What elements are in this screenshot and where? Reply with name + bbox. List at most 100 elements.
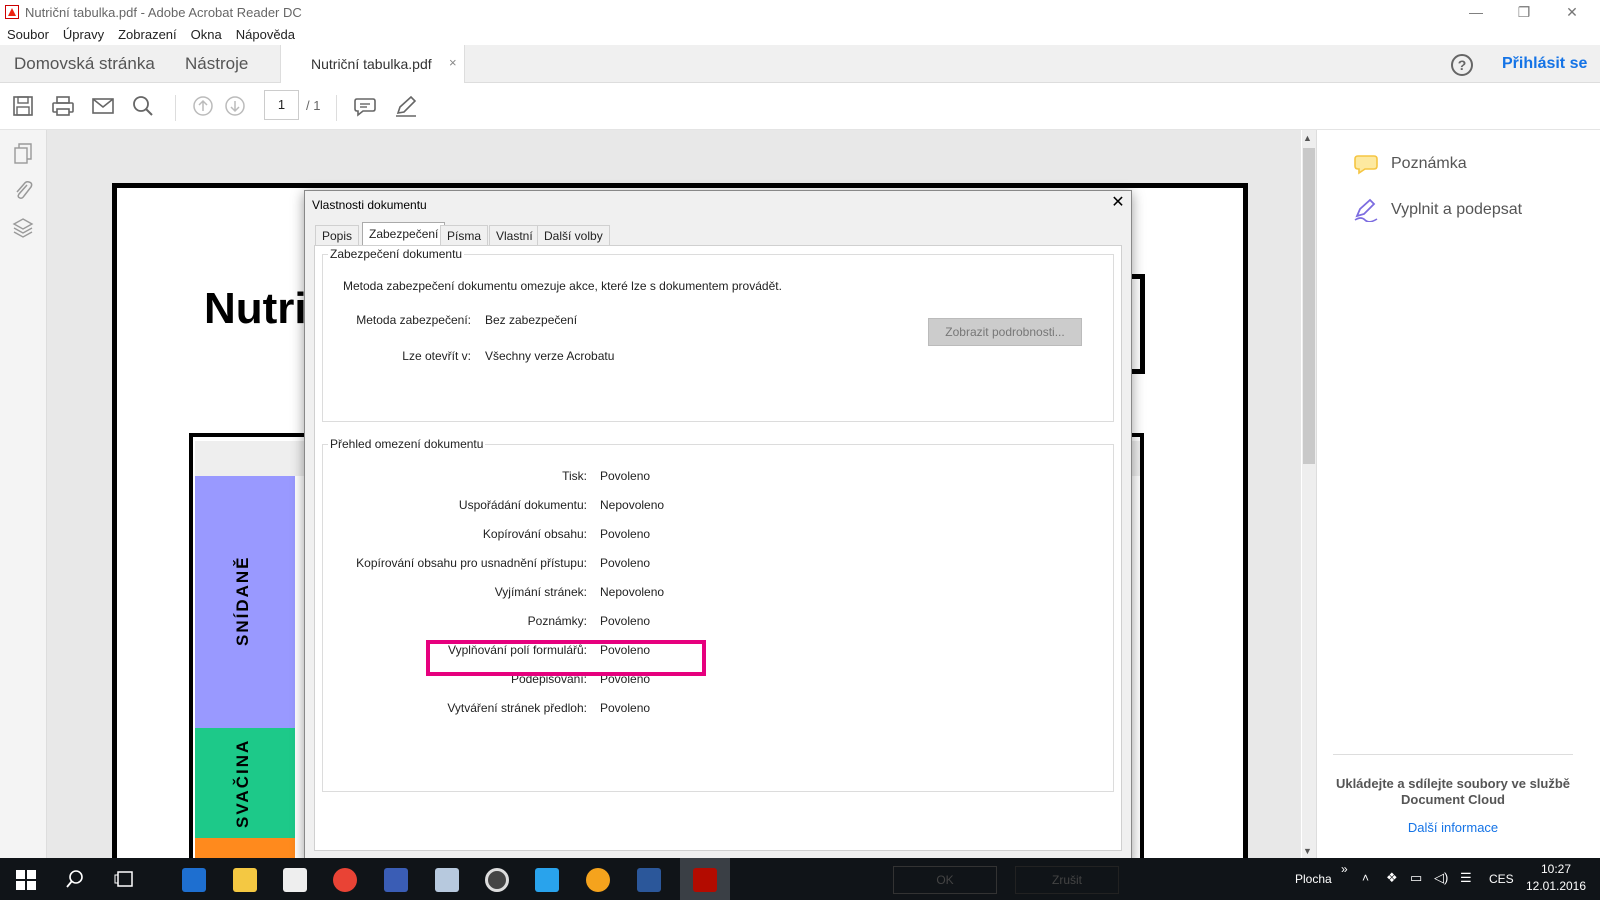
snack-band: SVAČINA xyxy=(195,728,295,838)
clock-time: 10:27 xyxy=(1540,862,1572,876)
restriction-label: Vyjímání stránek: xyxy=(494,585,587,599)
menu-file[interactable]: Soubor xyxy=(7,27,49,42)
scroll-down-icon[interactable]: ▼ xyxy=(1303,846,1312,856)
fill-sign-label: Vyplnit a podepsat xyxy=(1391,201,1523,218)
clock[interactable]: 10:27 12.01.2016 xyxy=(1524,861,1588,895)
clock-date: 12.01.2016 xyxy=(1525,879,1587,893)
tab-custom[interactable]: Vlastní xyxy=(489,225,540,245)
folder-app-icon[interactable] xyxy=(435,868,459,892)
more-info-link[interactable]: Další informace xyxy=(1327,820,1579,835)
save-app-icon[interactable] xyxy=(384,868,408,892)
ok-button[interactable]: OK xyxy=(893,866,997,894)
restrictions-group: Přehled omezení dokumentu Tisk: Povoleno… xyxy=(322,437,1114,792)
pen-icon[interactable] xyxy=(394,94,418,118)
tray-up-arrow-icon[interactable]: ˄ xyxy=(1362,871,1369,885)
task-view-icon[interactable] xyxy=(114,869,136,892)
window-title: Nutriční tabulka.pdf - Adobe Acrobat Rea… xyxy=(25,4,302,20)
settings-app-icon[interactable] xyxy=(485,868,509,892)
restriction-value: Nepovoleno xyxy=(600,585,665,599)
close-tab-icon[interactable]: × xyxy=(449,55,457,70)
acrobat-icon xyxy=(5,5,19,19)
security-method-value: Bez zabezpečení xyxy=(485,313,578,327)
network-tray-icon[interactable]: ▭ xyxy=(1410,870,1422,886)
tab-home[interactable]: Domovská stránka xyxy=(14,54,155,74)
cancel-button[interactable]: Zrušit xyxy=(1015,866,1119,894)
help-icon[interactable]: ? xyxy=(1451,54,1473,76)
save-icon[interactable] xyxy=(11,94,35,118)
tab-tools[interactable]: Nástroje xyxy=(185,54,248,74)
minimize-button[interactable]: — xyxy=(1452,0,1500,24)
attachment-icon[interactable] xyxy=(11,178,35,202)
tab-security[interactable]: Zabezpečení xyxy=(362,222,446,246)
restriction-label: Kopírování obsahu: xyxy=(482,527,587,541)
input-language[interactable]: CES xyxy=(1489,872,1514,886)
search-taskbar-icon[interactable] xyxy=(65,869,85,892)
acrobat-taskbar-icon xyxy=(693,868,717,892)
dialog-title: Vlastnosti dokumentu xyxy=(312,198,427,212)
vertical-scrollbar[interactable] xyxy=(1302,130,1316,858)
page-thumbnails-icon[interactable] xyxy=(11,142,35,166)
show-details-button[interactable]: Zobrazit podrobnosti... xyxy=(928,318,1082,346)
menu-window[interactable]: Okna xyxy=(191,27,222,42)
file-explorer-icon[interactable] xyxy=(233,868,257,892)
document-tab-label: Nutriční tabulka.pdf xyxy=(311,56,432,72)
chrome-icon[interactable] xyxy=(333,868,357,892)
scroll-up-icon[interactable]: ▲ xyxy=(1303,133,1312,143)
tab-description[interactable]: Popis xyxy=(315,225,360,245)
menu-edit[interactable]: Úpravy xyxy=(63,27,104,42)
comment-tool[interactable]: Poznámka xyxy=(1353,152,1467,176)
document-properties-dialog: Vlastnosti dokumentu ✕ Popis Zabezpečení… xyxy=(304,190,1132,862)
windows-start-icon[interactable] xyxy=(16,870,36,893)
comment-icon[interactable] xyxy=(353,94,377,118)
tab-advanced[interactable]: Další volby xyxy=(537,225,610,245)
breakfast-label: SNÍDANĚ xyxy=(233,555,252,646)
dialog-close-icon[interactable]: ✕ xyxy=(1108,193,1128,213)
print-icon[interactable] xyxy=(51,94,75,118)
acrobat-taskbar-button[interactable] xyxy=(680,858,730,900)
desktop-label[interactable]: Plocha xyxy=(1295,872,1332,886)
restriction-label: Tisk: xyxy=(562,469,587,483)
breakfast-band: SNÍDANĚ xyxy=(195,476,295,728)
security-description: Metoda zabezpečení dokumentu omezuje akc… xyxy=(343,279,782,293)
restriction-value: Povoleno xyxy=(600,469,651,483)
open-in-label: Lze otevřít v: xyxy=(402,349,471,363)
toolbar-separator xyxy=(336,95,337,121)
dropbox-tray-icon[interactable]: ❖ xyxy=(1386,870,1398,886)
internet-explorer-icon[interactable] xyxy=(535,868,559,892)
comment-tool-label: Poznámka xyxy=(1391,155,1467,172)
layers-icon[interactable] xyxy=(11,216,35,240)
tab-document[interactable]: Nutriční tabulka.pdf × xyxy=(280,45,465,83)
menu-view[interactable]: Zobrazení xyxy=(118,27,177,42)
next-page-icon[interactable] xyxy=(223,94,247,118)
snack-label: SVAČINA xyxy=(233,738,252,828)
highlight-box xyxy=(426,640,706,676)
word-icon[interactable] xyxy=(637,868,661,892)
store-icon[interactable] xyxy=(283,868,307,892)
restore-button[interactable]: ❐ xyxy=(1500,0,1548,24)
picasa-icon[interactable] xyxy=(586,868,610,892)
restriction-value: Povoleno xyxy=(600,556,651,570)
fill-sign-tool[interactable]: Vyplnit a podepsat xyxy=(1353,198,1522,222)
sticky-note-icon xyxy=(1354,155,1378,175)
menu-help[interactable]: Nápověda xyxy=(236,27,295,42)
tab-bar: Domovská stránka Nástroje Nutriční tabul… xyxy=(0,45,1600,83)
toolbar-overflow[interactable]: » xyxy=(1341,862,1348,876)
scrollbar-thumb[interactable] xyxy=(1303,148,1315,464)
tab-fonts[interactable]: Písma xyxy=(440,225,489,245)
email-icon[interactable] xyxy=(91,94,115,118)
edge-icon[interactable] xyxy=(182,868,206,892)
restriction-label: Uspořádání dokumentu: xyxy=(458,498,587,512)
sign-in-link[interactable]: Přihlásit se xyxy=(1502,55,1587,73)
search-icon[interactable] xyxy=(131,94,155,118)
security-group-title: Zabezpečení dokumentu xyxy=(328,247,465,261)
volume-tray-icon[interactable]: ◁) xyxy=(1434,870,1448,886)
notifications-icon[interactable]: ☰ xyxy=(1460,870,1472,886)
page-number-input[interactable]: 1 xyxy=(264,90,299,120)
close-window-button[interactable]: ✕ xyxy=(1548,0,1596,24)
title-bar: Nutriční tabulka.pdf - Adobe Acrobat Rea… xyxy=(0,0,1600,24)
restriction-value: Nepovoleno xyxy=(600,498,665,512)
restrictions-group-title: Přehled omezení dokumentu xyxy=(328,437,486,451)
previous-page-icon[interactable] xyxy=(191,94,215,118)
toolbar-separator xyxy=(175,95,176,121)
restriction-value: Povoleno xyxy=(600,614,651,628)
